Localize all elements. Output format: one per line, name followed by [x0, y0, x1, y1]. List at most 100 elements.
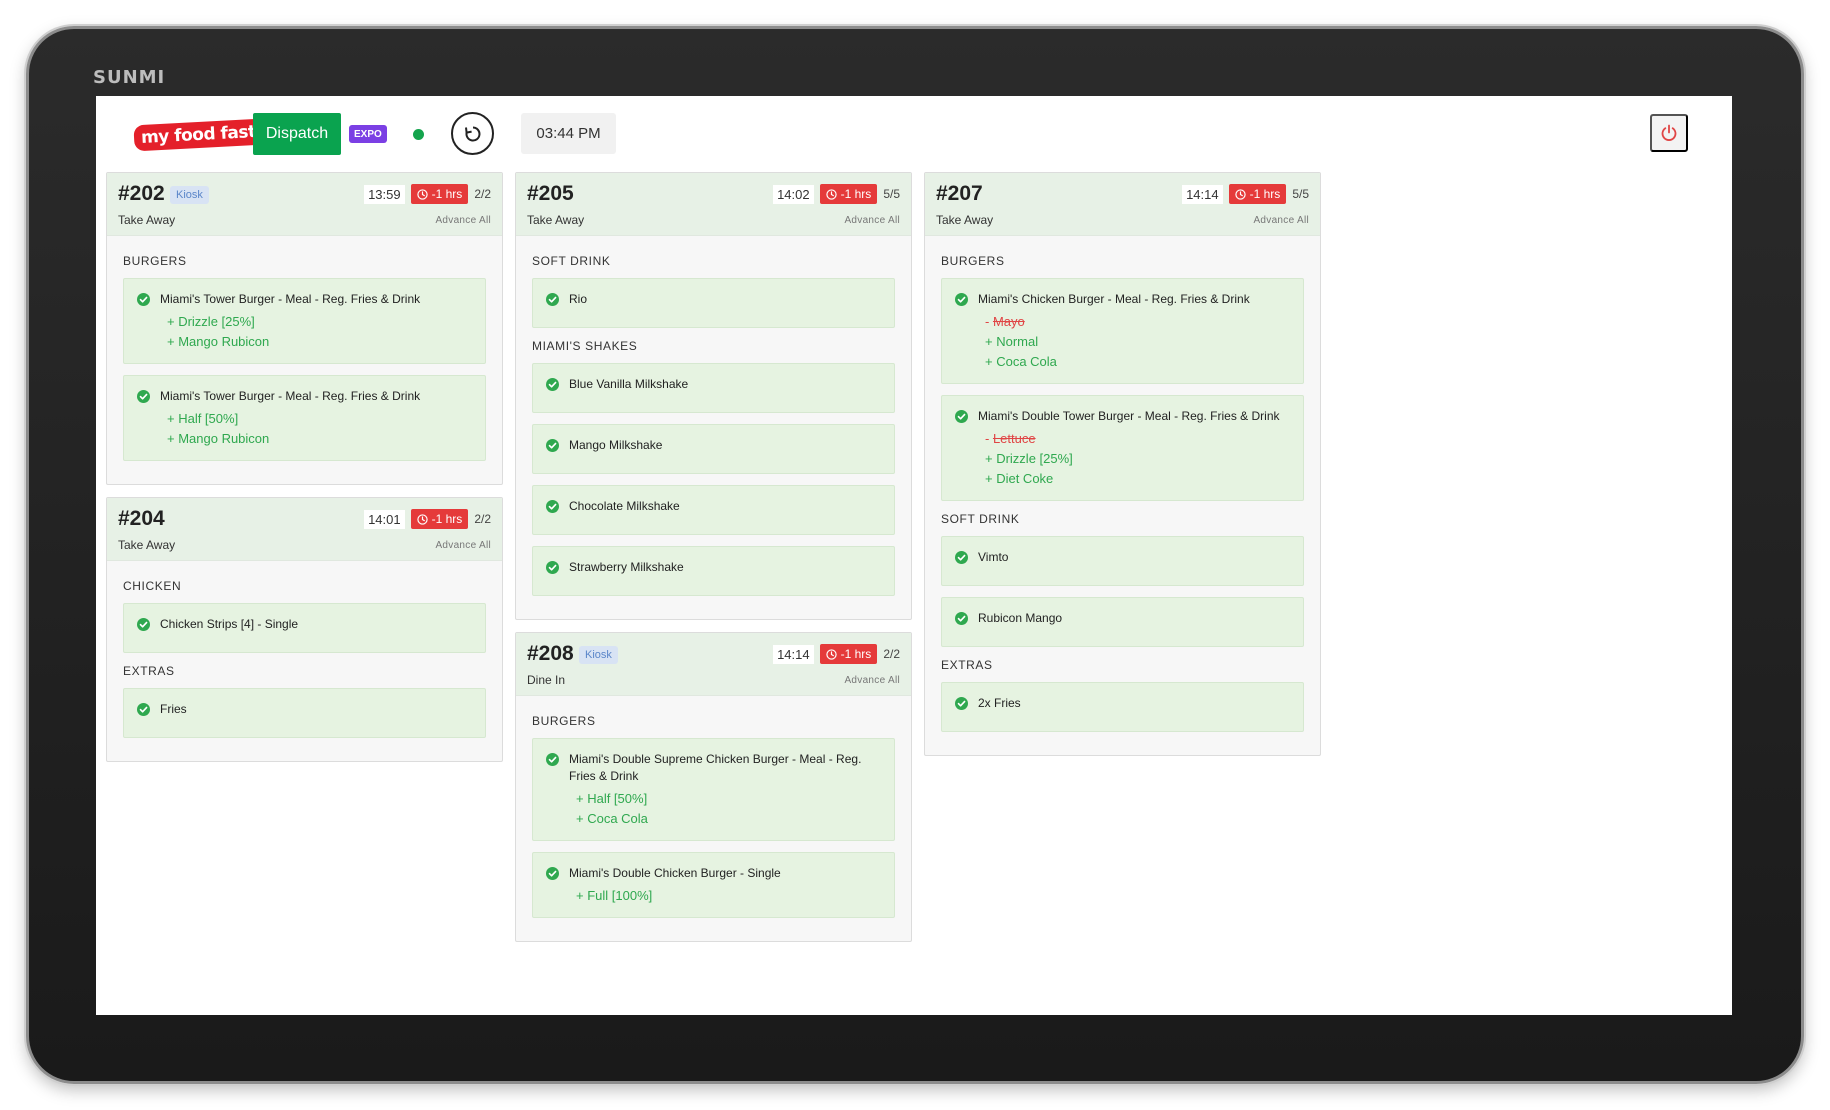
app-logo: my food fast — [133, 118, 264, 152]
check-circle-icon — [955, 612, 968, 625]
item-modifiers: + Drizzle [25%] + Mango Rubicon — [160, 312, 473, 352]
tablet-frame: SUNMI my food fast Dispatch EXPO 03:44 P… — [26, 26, 1804, 1084]
order-card: #202 Kiosk Take Away 13:59 -1 hrs 2/2 Advance … — [106, 172, 503, 485]
removed-modifier-text: Lettuce — [992, 431, 1036, 446]
order-item[interactable]: Miami's Tower Burger - Meal - Reg. Fries… — [123, 375, 486, 461]
item-modifiers: - Mayo + Normal + Coca Cola — [978, 312, 1291, 372]
item-modifiers: + Full [100%] — [569, 886, 882, 906]
order-item[interactable]: Miami's Double Chicken Burger - Single + … — [532, 852, 895, 918]
order-column-3: #207 Take Away 14:14 -1 hrs 5/5 Advance All BU… — [924, 172, 1321, 768]
item-modifiers: - Lettuce + Drizzle [25%] + Diet Coke — [978, 429, 1291, 489]
top-bar: my food fast Dispatch EXPO 03:44 PM — [96, 96, 1732, 172]
refresh-button[interactable] — [451, 112, 494, 155]
minus-sign: - — [985, 431, 993, 446]
check-circle-icon — [546, 293, 559, 306]
expo-badge[interactable]: EXPO — [349, 125, 387, 143]
advance-all-button[interactable]: Advance All — [1253, 215, 1309, 226]
item-name: Chocolate Milkshake — [569, 499, 680, 513]
advance-all-button[interactable]: Advance All — [844, 215, 900, 226]
item-name: Strawberry Milkshake — [569, 560, 684, 574]
item-name: Miami's Double Chicken Burger - Single — [569, 866, 781, 880]
order-card-body: BURGERS Miami's Tower Burger - Meal - Reg… — [107, 236, 502, 484]
order-type: Take Away — [936, 213, 994, 227]
order-item[interactable]: Mango Milkshake — [532, 424, 895, 474]
item-name: Miami's Chicken Burger - Meal - Reg. Fri… — [978, 292, 1250, 306]
power-button[interactable] — [1650, 114, 1688, 152]
power-icon — [1661, 124, 1677, 141]
item-modifiers: + Half [50%] + Mango Rubicon — [160, 409, 473, 449]
item-name: Miami's Tower Burger - Meal - Reg. Fries… — [160, 292, 421, 306]
check-circle-icon — [137, 293, 150, 306]
order-card: #205 Take Away 14:02 -1 hrs 5/5 Advance All SO… — [515, 172, 912, 620]
order-item[interactable]: Rio — [532, 278, 895, 328]
item-count: 5/5 — [1292, 187, 1309, 201]
order-meta: 14:14 -1 hrs 2/2 — [773, 644, 900, 664]
order-number: #208 — [527, 642, 574, 665]
item-count: 2/2 — [474, 512, 491, 526]
order-item[interactable]: Miami's Chicken Burger - Meal - Reg. Fri… — [941, 278, 1304, 384]
check-circle-icon — [955, 697, 968, 710]
clock-icon — [1234, 188, 1246, 200]
item-name: Miami's Tower Burger - Meal - Reg. Fries… — [160, 389, 421, 403]
late-timer-text: -1 hrs — [840, 187, 872, 201]
item-name: 2x Fries — [978, 696, 1021, 710]
order-item[interactable]: Fries — [123, 688, 486, 738]
order-item[interactable]: Miami's Double Tower Burger - Meal - Reg… — [941, 395, 1304, 501]
order-card: #208 Kiosk Dine In 14:14 -1 hrs 2/2 Advance Al… — [515, 632, 912, 942]
order-item[interactable]: Chocolate Milkshake — [532, 485, 895, 535]
item-name: Rubicon Mango — [978, 611, 1063, 625]
category-title: SOFT DRINK — [941, 512, 1020, 526]
removed-modifier: - Lettuce — [985, 429, 1291, 449]
advance-all-button[interactable]: Advance All — [435, 215, 491, 226]
category-title: CHICKEN — [123, 579, 182, 593]
order-time: 14:01 — [364, 509, 405, 529]
order-number: #207 — [936, 182, 983, 205]
order-type: Dine In — [527, 673, 566, 687]
item-name: Fries — [160, 702, 187, 716]
advance-all-button[interactable]: Advance All — [844, 675, 900, 686]
order-item[interactable]: Chicken Strips [4] - Single — [123, 603, 486, 653]
check-circle-icon — [546, 753, 559, 766]
check-circle-icon — [546, 561, 559, 574]
check-circle-icon — [546, 439, 559, 452]
order-item[interactable]: Strawberry Milkshake — [532, 546, 895, 596]
order-item[interactable]: Rubicon Mango — [941, 597, 1304, 647]
order-time: 14:14 — [1182, 184, 1223, 204]
order-column-1: #202 Kiosk Take Away 13:59 -1 hrs 2/2 Advance … — [106, 172, 503, 774]
order-number: #202 — [118, 182, 165, 205]
item-name: Rio — [569, 292, 588, 306]
item-count: 5/5 — [883, 187, 900, 201]
source-badge: Kiosk — [170, 186, 209, 204]
check-circle-icon — [137, 390, 150, 403]
advance-all-button[interactable]: Advance All — [435, 540, 491, 551]
item-name: Chicken Strips [4] - Single — [160, 617, 299, 631]
category-title: EXTRAS — [123, 664, 175, 678]
item-name: Miami's Double Tower Burger - Meal - Reg… — [978, 409, 1280, 423]
added-modifier: + Half [50%] — [167, 411, 239, 426]
item-name: Blue Vanilla Milkshake — [569, 377, 689, 391]
order-type: Take Away — [527, 213, 585, 227]
order-item[interactable]: Miami's Double Supreme Chicken Burger - … — [532, 738, 895, 841]
item-modifiers: + Half [50%] + Coca Cola — [569, 789, 882, 829]
order-time: 14:02 — [773, 184, 814, 204]
order-item[interactable]: Miami's Tower Burger - Meal - Reg. Fries… — [123, 278, 486, 364]
check-circle-icon — [546, 867, 559, 880]
item-count: 2/2 — [474, 187, 491, 201]
removed-modifier: - Mayo — [985, 312, 1291, 332]
order-card-header: #207 Take Away 14:14 -1 hrs 5/5 Advance All — [925, 173, 1320, 236]
item-name: Miami's Double Supreme Chicken Burger - … — [569, 752, 862, 783]
order-card-header: #205 Take Away 14:02 -1 hrs 5/5 Advance All — [516, 173, 911, 236]
clock: 03:44 PM — [521, 113, 616, 154]
device-brand: SUNMI — [93, 67, 166, 88]
removed-modifier-text: Mayo — [992, 314, 1025, 329]
order-item[interactable]: Vimto — [941, 536, 1304, 586]
order-item[interactable]: 2x Fries — [941, 682, 1304, 732]
order-item[interactable]: Blue Vanilla Milkshake — [532, 363, 895, 413]
late-timer-badge: -1 hrs — [410, 509, 469, 529]
check-circle-icon — [955, 293, 968, 306]
source-badge: Kiosk — [579, 646, 618, 664]
added-modifier: + Coca Cola — [576, 811, 648, 826]
order-number: #204 — [118, 507, 165, 530]
dispatch-button[interactable]: Dispatch — [253, 113, 341, 155]
order-card-body: BURGERS Miami's Chicken Burger - Meal - R… — [925, 236, 1320, 755]
